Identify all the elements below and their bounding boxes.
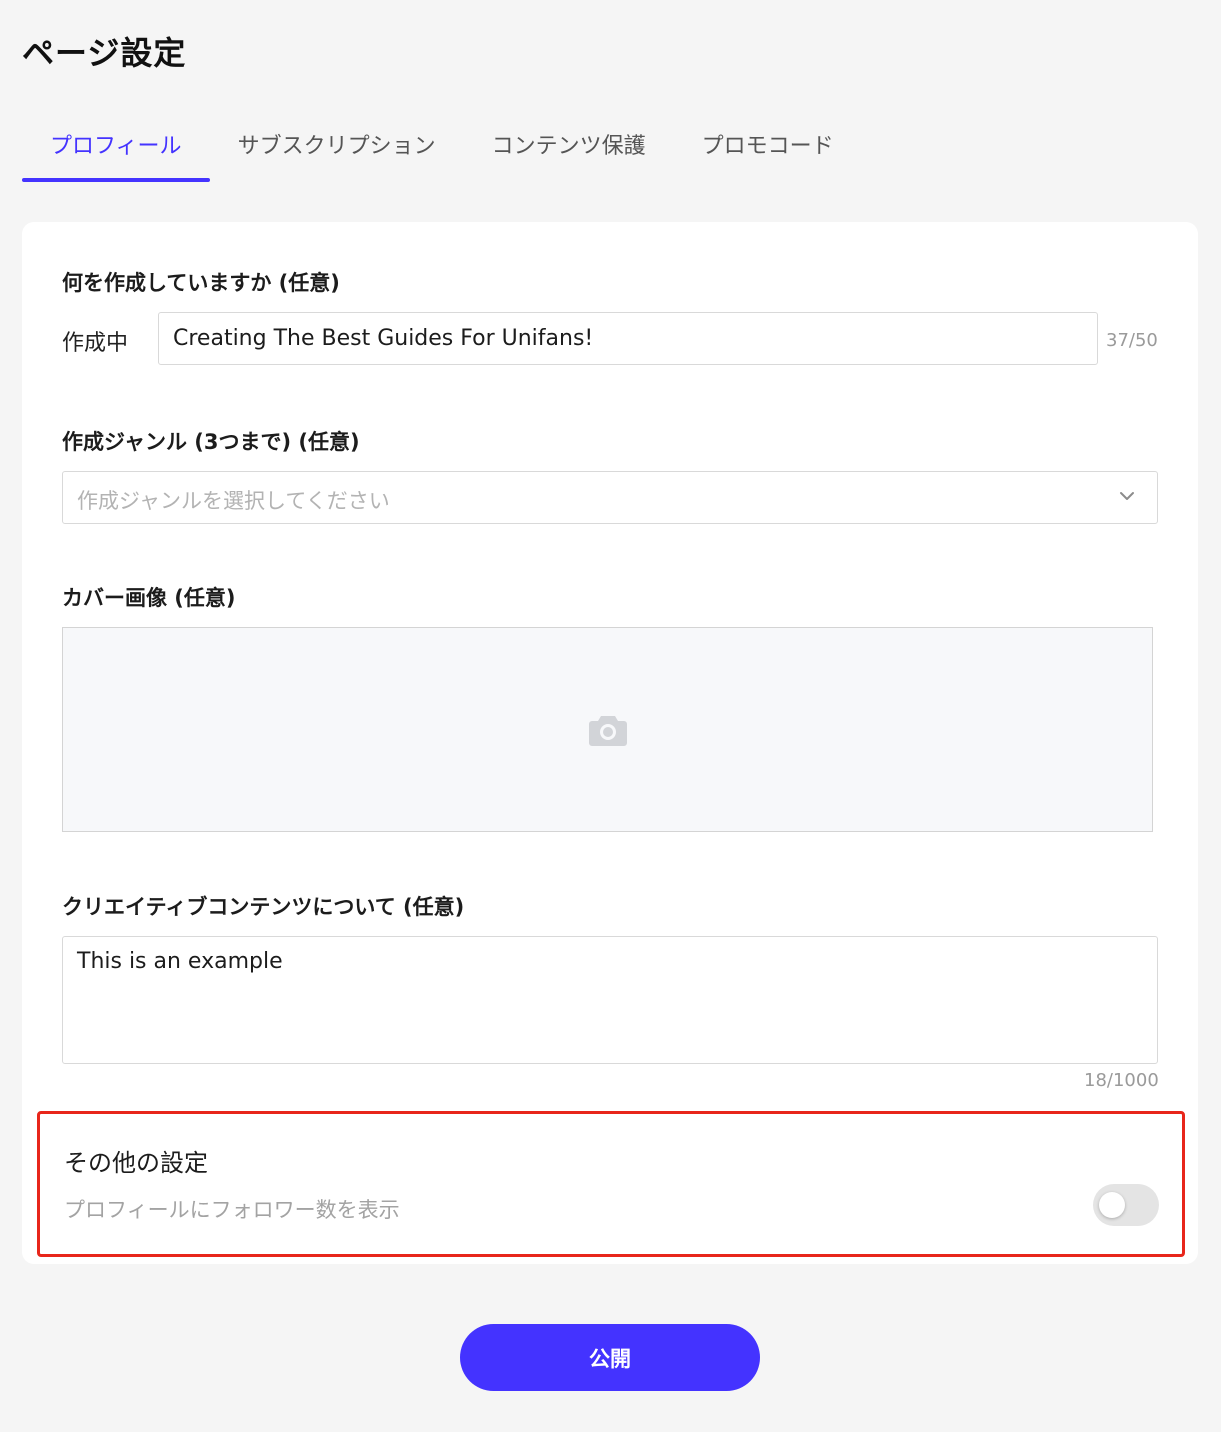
other-settings-title: その他の設定	[64, 1149, 208, 1177]
follower-count-toggle[interactable]	[1093, 1184, 1159, 1226]
about-label: クリエイティブコンテンツについて (任意)	[62, 895, 465, 919]
tab-bar: プロフィール サブスクリプション コンテンツ保護 プロモコード	[22, 110, 862, 182]
creating-counter: 37/50	[1106, 330, 1158, 351]
camera-icon	[589, 716, 627, 746]
other-settings-section: その他の設定 プロフィールにフォロワー数を表示	[37, 1111, 1185, 1257]
cover-image-upload[interactable]	[62, 627, 1153, 832]
chevron-down-icon	[1120, 492, 1134, 500]
follower-count-toggle-label: プロフィールにフォロワー数を表示	[64, 1198, 400, 1222]
page-title: ページ設定	[22, 34, 187, 72]
cover-label: カバー画像 (任意)	[62, 586, 236, 610]
creating-prefix: 作成中	[62, 331, 129, 356]
tab-promo-code[interactable]: プロモコード	[674, 110, 862, 182]
tab-subscription[interactable]: サブスクリプション	[210, 110, 464, 182]
tab-content-protection[interactable]: コンテンツ保護	[464, 110, 674, 182]
creating-label: 何を作成していますか (任意)	[62, 271, 340, 295]
genre-label: 作成ジャンル (3つまで) (任意)	[62, 430, 360, 454]
genre-select-placeholder: 作成ジャンルを選択してください	[77, 489, 390, 513]
profile-settings-card: 何を作成していますか (任意) 作成中 37/50 作成ジャンル (3つまで) …	[22, 222, 1198, 1264]
genre-select[interactable]: 作成ジャンルを選択してください	[62, 471, 1158, 524]
toggle-knob	[1099, 1192, 1125, 1218]
creating-input[interactable]	[158, 312, 1098, 365]
about-textarea[interactable]: This is an example	[62, 936, 1158, 1064]
tab-profile[interactable]: プロフィール	[22, 110, 210, 182]
publish-button[interactable]: 公開	[460, 1324, 760, 1391]
about-counter: 18/1000	[1084, 1070, 1159, 1091]
